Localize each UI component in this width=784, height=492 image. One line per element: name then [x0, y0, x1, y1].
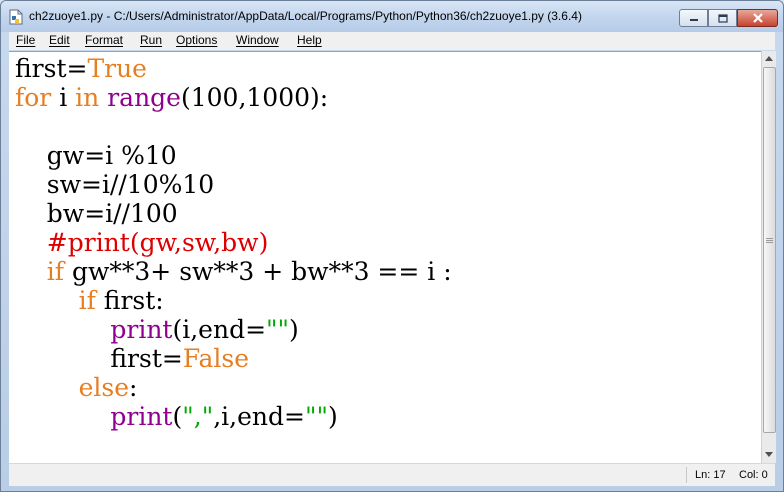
code-token: True: [87, 54, 147, 83]
close-button[interactable]: [737, 9, 778, 27]
idle-editor-window: ch2zuoye1.py - C:/Users/Administrator/Ap…: [0, 0, 784, 492]
menu-run[interactable]: Run: [140, 33, 162, 47]
code-token: range: [107, 83, 181, 112]
scroll-down-button[interactable]: [762, 447, 776, 462]
status-separator: [686, 467, 687, 483]
code-token: "": [304, 402, 328, 431]
code-token: (i,end=: [172, 315, 267, 344]
status-line: Ln: 17: [695, 469, 726, 481]
code-editor[interactable]: first=True for i in range(100,1000): gw=i…: [9, 51, 761, 464]
menu-options[interactable]: Options: [176, 33, 217, 47]
minimize-button[interactable]: [679, 9, 708, 27]
code-token: first=: [15, 344, 183, 373]
code-line[interactable]: first=False: [15, 344, 249, 373]
code-token: first:: [95, 286, 164, 315]
code-token: first=: [15, 54, 88, 83]
status-column: Col: 0: [739, 469, 768, 481]
code-line[interactable]: bw=i//100: [15, 199, 178, 228]
menu-window[interactable]: Window: [236, 33, 279, 47]
menu-format[interactable]: Format: [85, 33, 123, 47]
code-token: else: [78, 373, 129, 402]
code-token: if: [78, 286, 96, 315]
menu-file[interactable]: File: [16, 33, 35, 47]
code-token: (: [172, 402, 183, 431]
status-bar: Ln: 17 Col: 0: [9, 463, 775, 486]
code-token: #print(gw,sw,bw): [15, 228, 269, 257]
code-line[interactable]: print(",",i,end=""): [15, 402, 338, 431]
maximize-button[interactable]: [708, 9, 737, 27]
code-token: i: [51, 83, 76, 112]
code-line[interactable]: else:: [15, 373, 138, 402]
menu-bar: File Edit Format Run Options Window Help: [9, 32, 775, 50]
code-line[interactable]: first=True: [15, 54, 147, 83]
code-token: :: [129, 373, 138, 402]
scroll-up-icon: [765, 56, 773, 61]
code-line[interactable]: gw=i %10: [15, 141, 177, 170]
grip-icon: [766, 238, 773, 243]
code-token: bw=i//100: [15, 199, 178, 228]
code-line[interactable]: if gw**3+ sw**3 + bw**3 == i :: [15, 257, 452, 286]
close-icon: [752, 13, 763, 23]
scroll-down-icon: [765, 452, 773, 457]
python-file-icon: [9, 9, 23, 25]
code-token: False: [182, 344, 249, 373]
code-line[interactable]: for i in range(100,1000):: [15, 83, 328, 112]
window-title: ch2zuoye1.py - C:/Users/Administrator/Ap…: [29, 9, 582, 23]
code-token: sw=i//10%10: [15, 170, 215, 199]
title-bar[interactable]: ch2zuoye1.py - C:/Users/Administrator/Ap…: [1, 1, 783, 32]
maximize-icon: [717, 13, 728, 23]
code-token: gw=i %10: [15, 141, 177, 170]
code-token: for: [15, 83, 52, 112]
code-token: gw**3+ sw**3 + bw**3 == i :: [64, 257, 452, 286]
code-token: in: [75, 83, 100, 112]
code-line[interactable]: sw=i//10%10: [15, 170, 214, 199]
code-token: ,i,end=: [213, 402, 305, 431]
code-token: if: [46, 257, 65, 286]
code-token: ): [289, 315, 299, 344]
code-token: "": [266, 315, 290, 344]
scroll-up-button[interactable]: [762, 51, 776, 66]
minimize-icon: [689, 19, 698, 21]
vertical-scrollbar[interactable]: [761, 51, 776, 463]
menu-edit[interactable]: Edit: [49, 33, 70, 47]
scroll-thumb[interactable]: [763, 67, 776, 433]
menu-help[interactable]: Help: [297, 33, 322, 47]
code-token: print: [110, 402, 173, 431]
code-line[interactable]: print(i,end=""): [15, 315, 299, 344]
code-line[interactable]: if first:: [15, 286, 164, 315]
code-token: print: [110, 315, 173, 344]
code-token: (100,1000):: [180, 83, 329, 112]
code-line[interactable]: #print(gw,sw,bw): [15, 228, 269, 257]
code-token: ): [327, 402, 338, 431]
code-token: ",": [182, 402, 214, 431]
